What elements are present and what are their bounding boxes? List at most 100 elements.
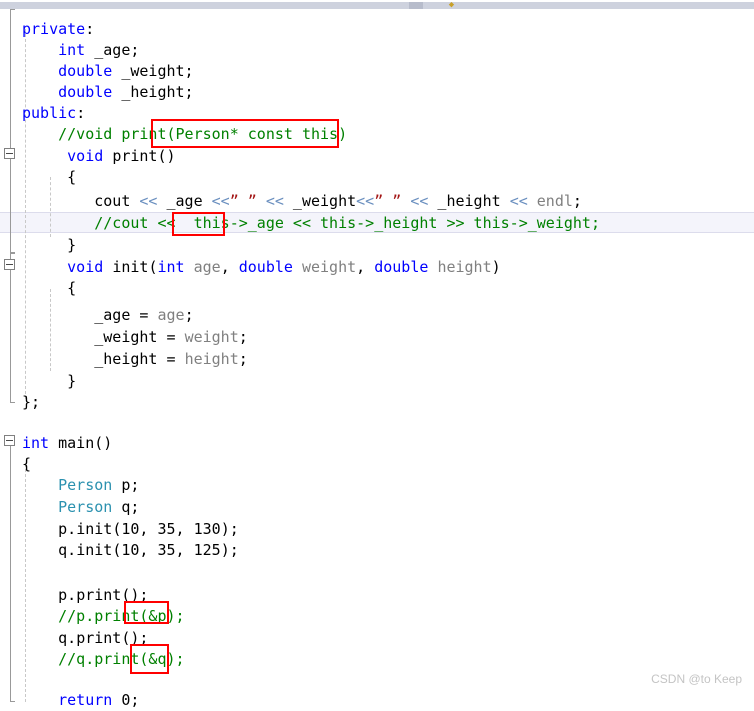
code-token	[22, 691, 58, 709]
code-token	[401, 192, 410, 210]
code-folding-gutter[interactable]	[0, 9, 22, 702]
code-token: double	[58, 83, 112, 101]
code-token	[22, 258, 67, 276]
code-token: };	[22, 393, 40, 411]
code-token	[22, 192, 94, 210]
code-token: q.	[22, 629, 76, 647]
code-token: <<	[139, 192, 157, 210]
code-line[interactable]: return 0;	[22, 690, 139, 711]
code-line[interactable]: {	[22, 454, 31, 475]
code-token: <<	[356, 192, 374, 210]
code-line[interactable]: q.init(10, 35, 125);	[22, 540, 239, 561]
code-line[interactable]: p.init(10, 35, 130);	[22, 519, 239, 540]
code-token: (	[112, 541, 121, 559]
code-line[interactable]: //cout << this->_age << this->_height >>…	[22, 213, 600, 234]
code-line[interactable]: //q.print(&q);	[22, 649, 185, 670]
code-token: );	[221, 520, 239, 538]
code-token: 125	[194, 541, 221, 559]
code-token: ,	[356, 258, 374, 276]
code-line[interactable]: Person p;	[22, 475, 139, 496]
code-line[interactable]: int _age;	[22, 40, 139, 61]
code-token: ();	[121, 586, 148, 604]
code-token: Person	[58, 476, 112, 494]
horizontal-scrollbar[interactable]: ◆	[0, 0, 754, 9]
code-token: ;	[239, 350, 248, 368]
scrollbar-track[interactable]	[0, 2, 754, 9]
code-line[interactable]: _height = height;	[22, 349, 248, 370]
code-line[interactable]: }	[22, 235, 76, 256]
code-line[interactable]: {	[22, 278, 76, 299]
scrollbar-thumb[interactable]	[409, 2, 423, 9]
fold-spine-main-body	[10, 435, 11, 702]
code-token: return	[58, 691, 112, 709]
code-line[interactable]: p.print();	[22, 585, 148, 606]
code-line[interactable]: {	[22, 167, 76, 188]
code-token	[49, 434, 58, 452]
code-token	[112, 691, 121, 709]
code-line[interactable]: int main()	[22, 433, 112, 454]
code-token: ();	[121, 629, 148, 647]
code-token: age	[194, 258, 221, 276]
code-line[interactable]: }	[22, 371, 76, 392]
code-token: int	[22, 434, 49, 452]
code-token: q.	[22, 541, 76, 559]
code-line[interactable]: //p.print(&p);	[22, 606, 185, 627]
code-editor-surface[interactable]: private: int _age; double _weight; doubl…	[0, 9, 754, 702]
code-line[interactable]: //void print(Person* const this)	[22, 124, 347, 145]
code-token: {	[22, 279, 76, 297]
code-token: double	[374, 258, 428, 276]
code-token: int	[157, 258, 184, 276]
code-token	[257, 192, 266, 210]
code-line[interactable]: double _height;	[22, 82, 194, 103]
code-token: ,	[221, 258, 239, 276]
fold-spine-init-body	[10, 253, 11, 403]
code-line[interactable]: };	[22, 392, 40, 413]
code-token: cout	[94, 192, 130, 210]
code-token: 10	[121, 520, 139, 538]
code-line[interactable]: void init(int age, double weight, double…	[22, 257, 501, 278]
code-token: _age;	[85, 41, 139, 59]
code-line[interactable]: cout << _age <<” ” << _weight<<” ” << _h…	[22, 191, 582, 212]
code-token: )	[492, 258, 501, 276]
code-token: //cout << this->_age << this->_height >>…	[94, 214, 600, 232]
code-token	[22, 83, 58, 101]
code-token	[293, 258, 302, 276]
code-line[interactable]: void print()	[22, 146, 176, 167]
code-token	[103, 258, 112, 276]
code-line[interactable]: _age = age;	[22, 305, 194, 326]
code-token: int	[58, 41, 85, 59]
code-line[interactable]: _weight = weight;	[22, 327, 248, 348]
code-token: ;	[573, 192, 582, 210]
fold-toggle-print-method[interactable]	[4, 148, 15, 159]
code-token: p.	[22, 586, 76, 604]
code-token: //void print(Person* const this)	[58, 125, 347, 143]
code-token: :	[85, 20, 94, 38]
code-token: _weight;	[112, 62, 193, 80]
fold-spine-print-body	[10, 157, 11, 253]
code-token: _weight	[284, 192, 356, 210]
code-token: ;	[130, 691, 139, 709]
code-token: print	[76, 629, 121, 647]
code-token	[22, 41, 58, 59]
code-token: _age =	[22, 306, 157, 324]
code-line[interactable]: double _weight;	[22, 61, 194, 82]
fold-toggle-main-function[interactable]	[4, 435, 15, 446]
code-token: main	[58, 434, 94, 452]
fold-toggle-init-method[interactable]	[4, 259, 15, 270]
code-line[interactable]: q.print();	[22, 628, 148, 649]
scrollbar-change-marker-icon: ◆	[447, 1, 456, 9]
code-token: ()	[157, 147, 175, 165]
code-token: public	[22, 104, 76, 122]
code-token	[22, 62, 58, 80]
code-line[interactable]: Person q;	[22, 497, 139, 518]
code-token: 130	[194, 520, 221, 538]
code-line[interactable]: public:	[22, 103, 85, 124]
code-line[interactable]: private:	[22, 19, 94, 40]
code-token: init	[112, 258, 148, 276]
code-token: _height	[428, 192, 509, 210]
code-token: init	[76, 520, 112, 538]
code-token	[185, 258, 194, 276]
code-token: );	[221, 541, 239, 559]
code-token: print	[112, 147, 157, 165]
code-token: init	[76, 541, 112, 559]
